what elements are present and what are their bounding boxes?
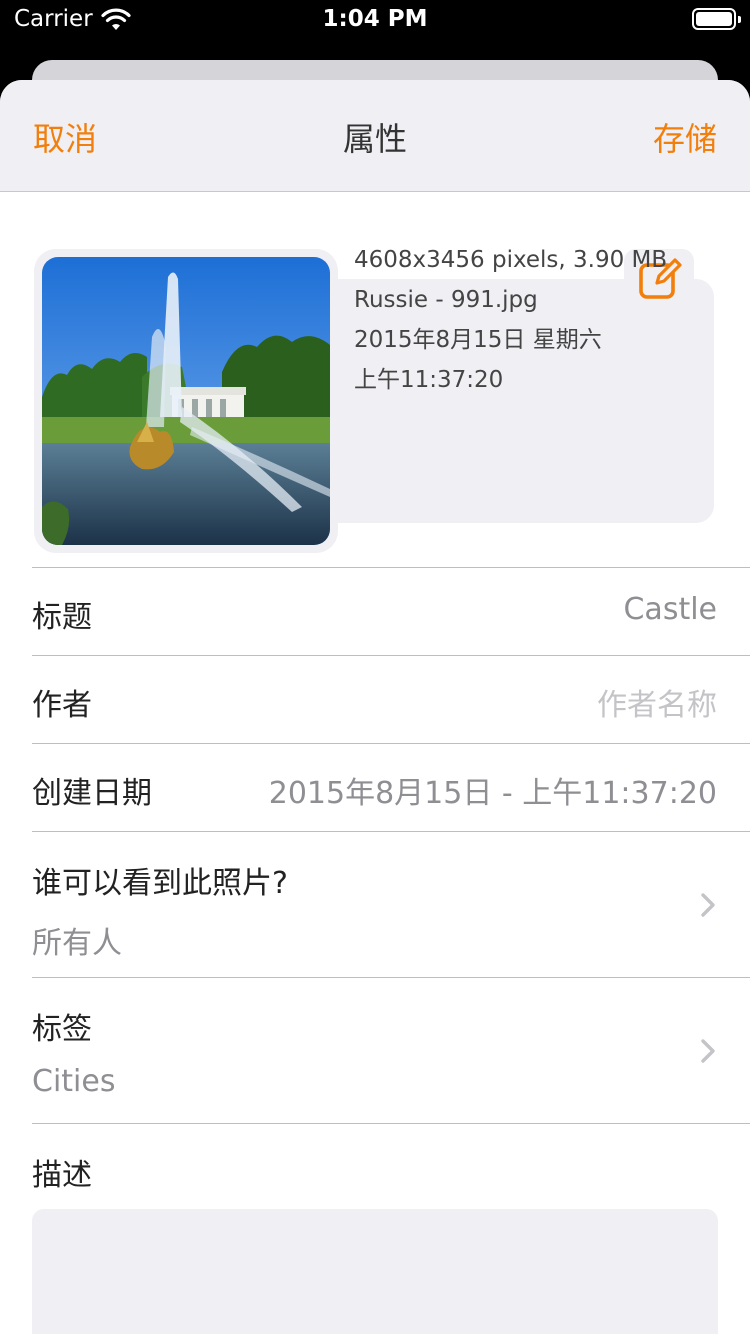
- created-date-value[interactable]: 2015年8月15日 - 上午11:37:20: [269, 768, 717, 812]
- author-row[interactable]: 作者 作者名称: [32, 655, 750, 743]
- photo-date: 2015年8月15日 星期六: [354, 327, 602, 353]
- author-label: 作者: [32, 688, 92, 723]
- properties-sheet: 取消 属性 存储 4608x3456 pixels, 3.90 MB Russi…: [0, 80, 750, 1334]
- created-date-label: 创建日期: [32, 776, 152, 811]
- description-label: 描述: [32, 1158, 92, 1193]
- tags-row[interactable]: 标签 Cities: [32, 977, 750, 1123]
- chevron-right-icon: [701, 893, 715, 917]
- description-textarea[interactable]: [32, 1209, 718, 1334]
- title-value[interactable]: Castle: [623, 592, 717, 627]
- fountain-photo: [42, 257, 330, 545]
- visibility-value: 所有人: [32, 926, 122, 961]
- tags-label: 标签: [32, 1012, 92, 1047]
- battery-icon: [692, 8, 741, 30]
- author-input[interactable]: 作者名称: [597, 680, 717, 724]
- save-button[interactable]: 存储: [653, 114, 717, 160]
- visibility-label: 谁可以看到此照片?: [32, 866, 288, 901]
- chevron-right-icon: [701, 1039, 715, 1063]
- title-row[interactable]: 标题 Castle: [32, 567, 750, 655]
- visibility-row[interactable]: 谁可以看到此照片? 所有人: [32, 831, 750, 977]
- photo-filename: Russie - 991.jpg: [354, 287, 538, 313]
- created-date-row[interactable]: 创建日期 2015年8月15日 - 上午11:37:20: [32, 743, 750, 831]
- nav-bar: 取消 属性 存储: [0, 80, 750, 192]
- photo-metadata: 4608x3456 pixels, 3.90 MB Russie - 991.j…: [354, 240, 667, 400]
- clock-time: 1:04 PM: [322, 6, 428, 32]
- photo-time: 上午11:37:20: [354, 367, 504, 393]
- photo-thumbnail[interactable]: [42, 257, 330, 545]
- photo-dimensions-size: 4608x3456 pixels, 3.90 MB: [354, 247, 668, 273]
- status-bar: Carrier 1:04 PM: [0, 0, 750, 40]
- title-label: 标题: [32, 600, 92, 635]
- description-row: 描述: [32, 1123, 750, 1209]
- page-title: 属性: [342, 120, 407, 158]
- tags-value: Cities: [32, 1064, 116, 1099]
